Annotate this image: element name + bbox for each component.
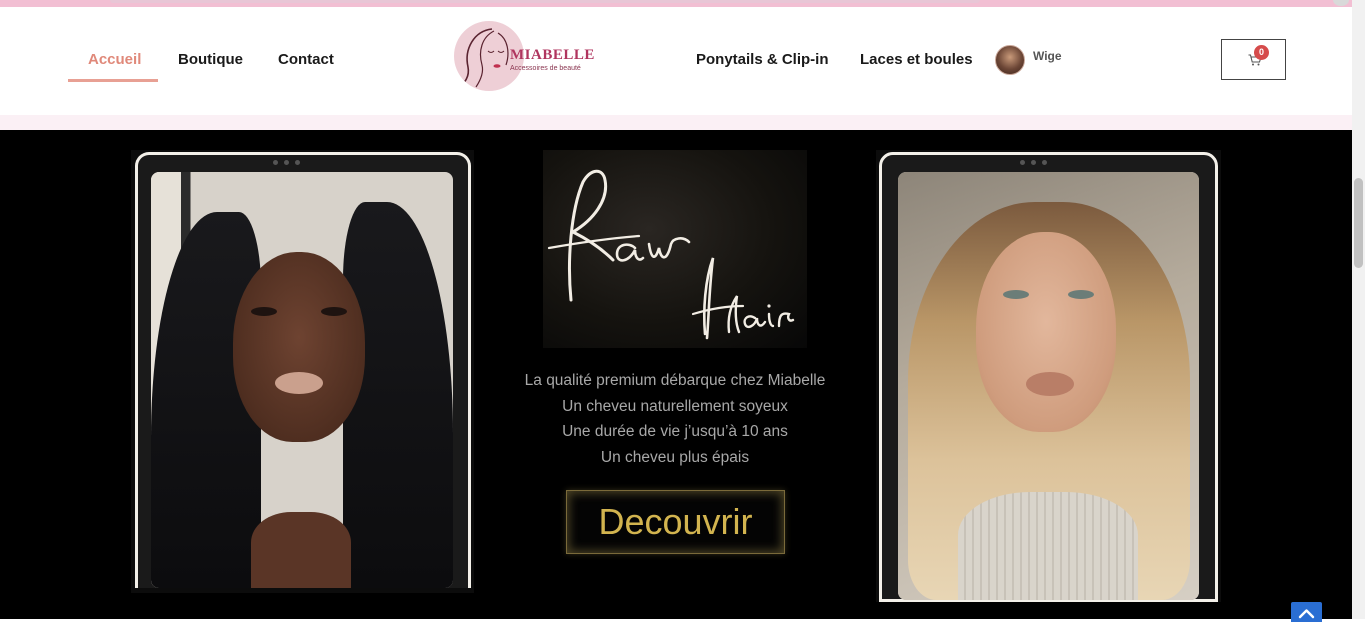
top-strip-corner-icon [1333,0,1349,6]
hero-model-image-left [151,172,453,588]
hero-banner: La qualité premium débarque chez Miabell… [0,130,1352,619]
scrollbar-thumb[interactable] [1354,178,1363,268]
nav-link-accueil[interactable]: Accueil [88,51,141,68]
tablet-mockup-right [876,150,1221,602]
decouvrir-button[interactable]: Decouvrir [566,490,785,554]
nav-link-laces[interactable]: Laces et boules [860,51,973,68]
hero-line: Une durée de vie j’usqu’à 10 ans [562,423,788,440]
browser-top-strip [0,0,1365,7]
tablet-camera-icon [1020,159,1047,165]
nav-link-ponytails[interactable]: Ponytails & Clip-in [696,51,829,68]
page-scrollbar[interactable] [1352,0,1365,619]
logo-tagline: Accessoires de beauté [510,65,581,72]
tablet-mockup-left [131,150,474,593]
back-to-top-button[interactable] [1291,602,1322,622]
nav-link-boutique[interactable]: Boutique [178,51,243,68]
cart-count-badge: 0 [1254,45,1269,60]
nav-active-underline [68,79,158,82]
cart-button[interactable]: 0 [1221,39,1286,80]
username[interactable]: Wige [1033,49,1062,63]
hero-feature-list: La qualité premium débarque chez Miabell… [480,368,870,470]
hero-line: Un cheveu naturellement soyeux [562,397,788,415]
raw-hair-logo-image [543,150,807,348]
tablet-camera-icon [273,159,300,165]
site-header: Accueil Boutique Contact MIABELLE Access… [0,7,1352,115]
header-bottom-band [0,115,1352,130]
avatar[interactable] [995,45,1025,75]
logo-brand-text: MIABELLE [510,47,595,63]
nav-link-contact[interactable]: Contact [278,51,334,68]
top-strip-bar [110,0,980,3]
hero-model-image-right [898,172,1199,600]
hero-line: Un cheveu plus épais [600,448,750,466]
hero-line: La qualité premium débarque chez Miabell… [524,372,826,389]
chevron-up-icon [1298,609,1315,619]
user-account[interactable]: Wige [995,44,1062,76]
site-logo[interactable]: MIABELLE Accessoires de beauté [452,15,595,101]
raw-hair-script-icon [547,169,795,340]
